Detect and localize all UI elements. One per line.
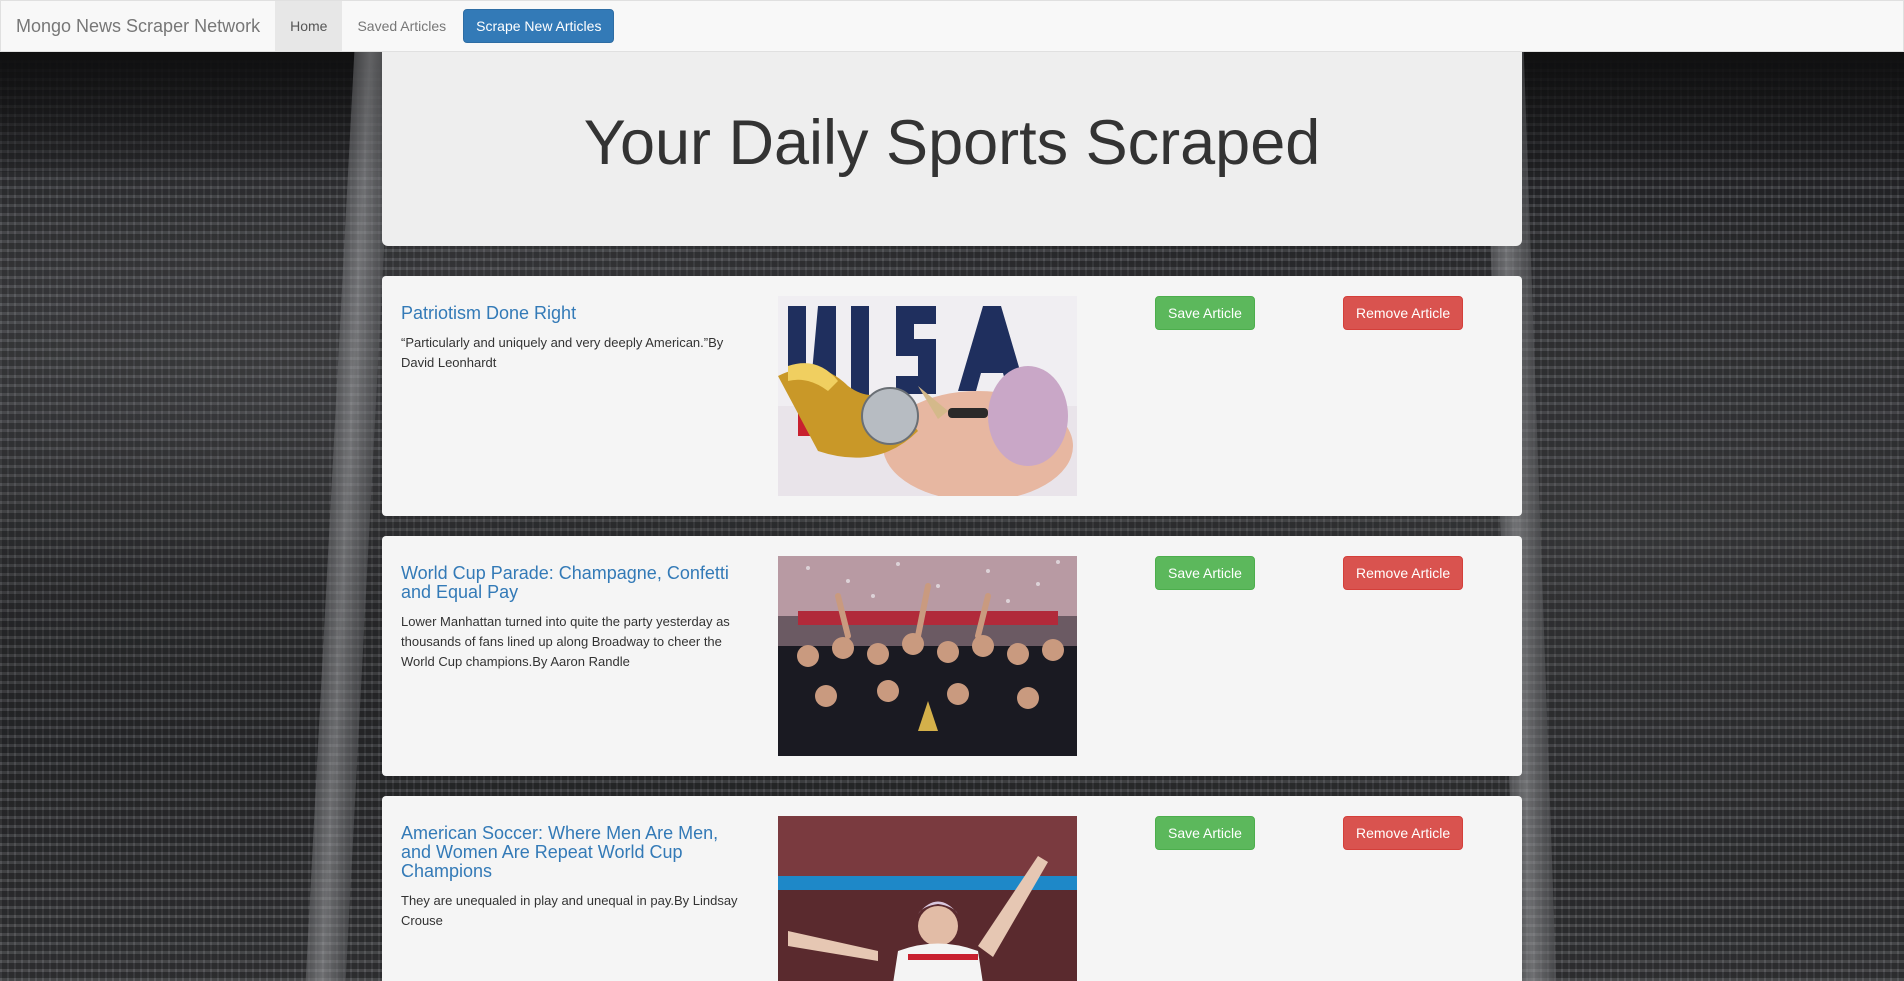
article-title-link[interactable]: World Cup Parade: Champagne, Confetti an… — [401, 564, 746, 602]
navbar-brand[interactable]: Mongo News Scraper Network — [1, 1, 275, 51]
article-text: World Cup Parade: Champagne, Confetti an… — [401, 564, 746, 672]
save-article-button[interactable]: Save Article — [1155, 296, 1255, 330]
save-article-button[interactable]: Save Article — [1155, 556, 1255, 590]
navbar: Mongo News Scraper Network Home Saved Ar… — [0, 0, 1904, 52]
article-summary: Lower Manhattan turned into quite the pa… — [401, 614, 730, 669]
jumbotron: Your Daily Sports Scraped — [382, 52, 1522, 246]
article-text: Patriotism Done Right “Particularly and … — [401, 304, 746, 373]
article-card: Patriotism Done Right “Particularly and … — [382, 276, 1522, 516]
scrape-new-articles-button[interactable]: Scrape New Articles — [463, 9, 615, 43]
page-title: Your Daily Sports Scraped — [583, 108, 1321, 178]
remove-article-button[interactable]: Remove Article — [1343, 556, 1464, 590]
nav-saved-articles-link[interactable]: Saved Articles — [342, 1, 461, 51]
article-card: World Cup Parade: Champagne, Confetti an… — [382, 536, 1522, 776]
article-text: American Soccer: Where Men Are Men, and … — [401, 824, 746, 931]
article-summary: “Particularly and uniquely and very deep… — [401, 335, 724, 370]
nav-home-link[interactable]: Home — [275, 1, 343, 51]
article-photo-player-celebration — [778, 816, 1077, 981]
remove-article-button[interactable]: Remove Article — [1343, 816, 1464, 850]
remove-article-button[interactable]: Remove Article — [1343, 296, 1464, 330]
article-title-link[interactable]: Patriotism Done Right — [401, 304, 746, 323]
article-card: American Soccer: Where Men Are Men, and … — [382, 796, 1522, 981]
article-title-link[interactable]: American Soccer: Where Men Are Men, and … — [401, 824, 746, 881]
article-summary: They are unequaled in play and unequal i… — [401, 893, 738, 928]
save-article-button[interactable]: Save Article — [1155, 816, 1255, 850]
article-photo-team-celebration — [778, 556, 1077, 756]
article-photo-trophy-kiss — [778, 296, 1077, 496]
